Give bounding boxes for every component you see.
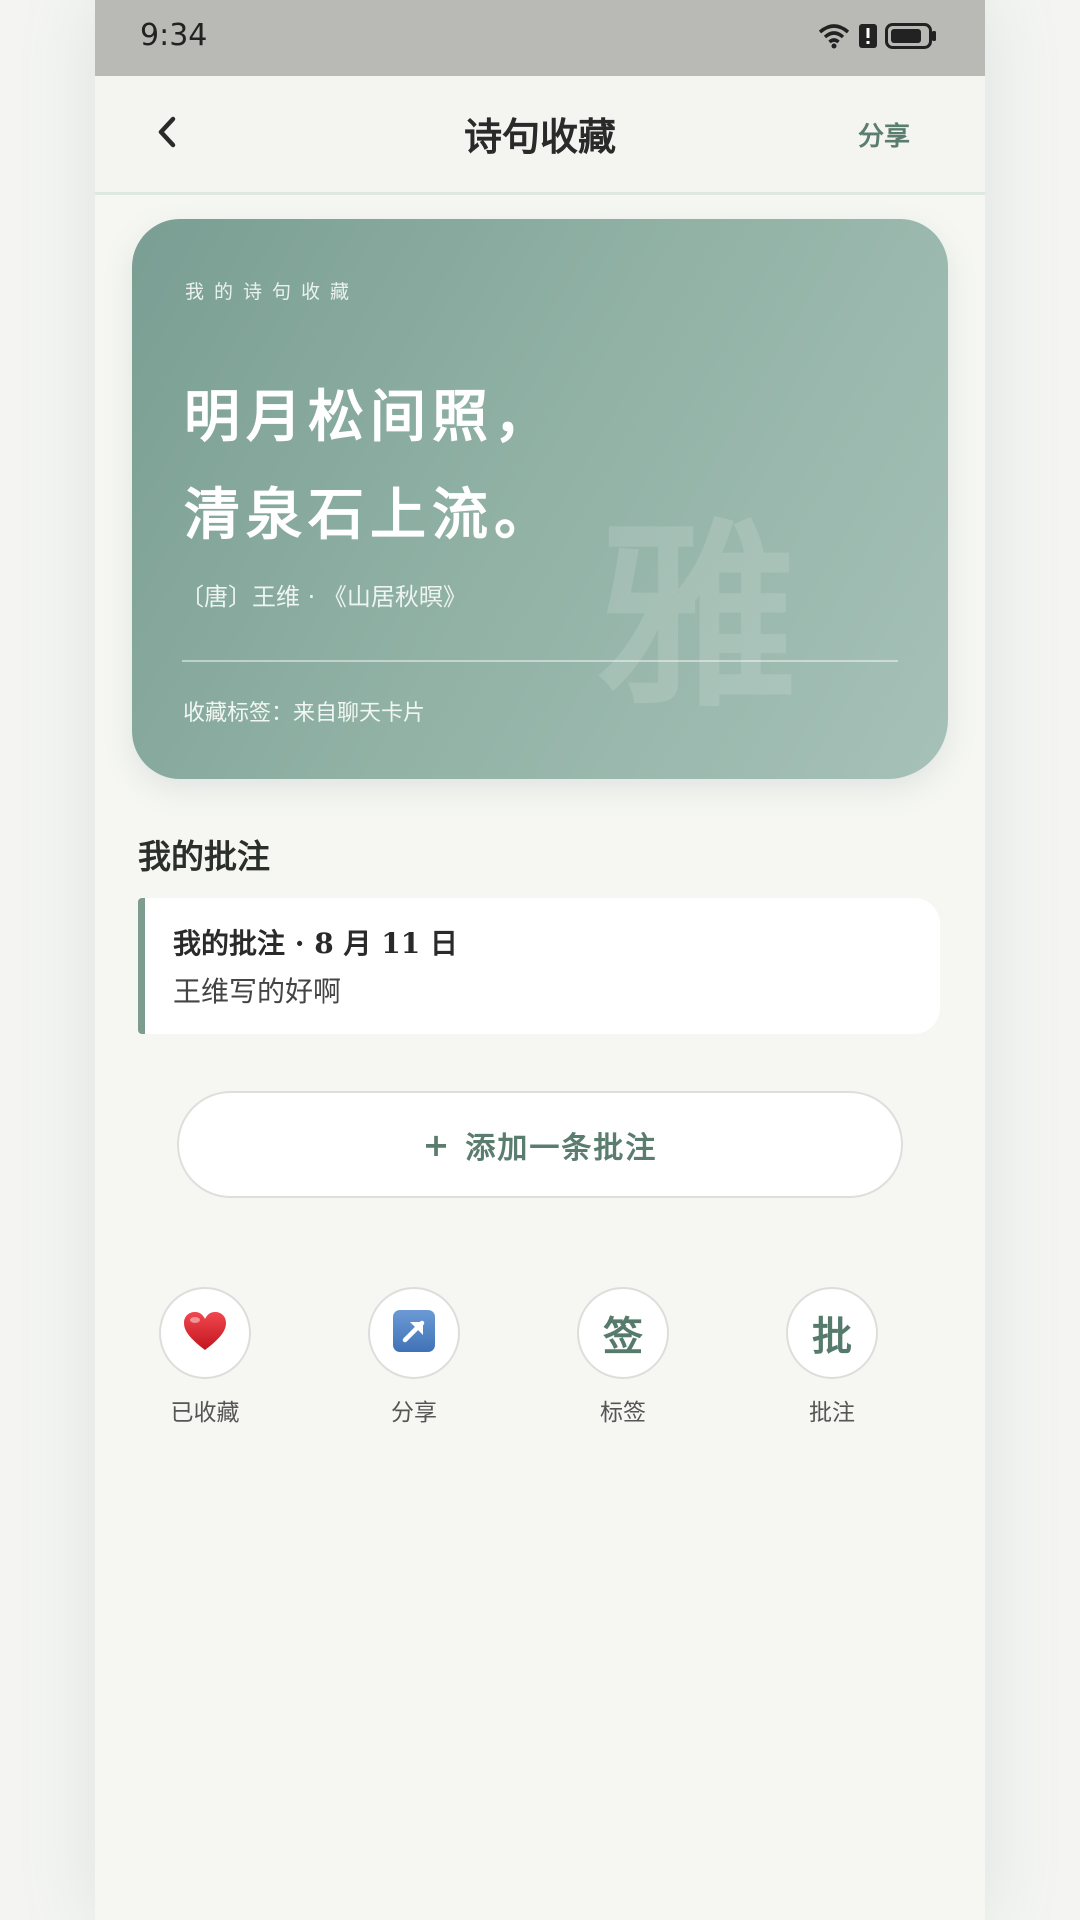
tag-action-label: 标签 — [600, 1400, 646, 1426]
tag-action-circle: 签 — [577, 1287, 669, 1379]
phone-screen: 9:34 诗句收藏 分享 雅 我的诗句收藏 明月松间照， 清泉石上流。 〔唐〕王… — [95, 0, 985, 1920]
status-time: 9:34 — [140, 18, 208, 53]
note-action-circle: 批 — [786, 1287, 878, 1379]
status-icons — [817, 22, 937, 50]
poem-author: 〔唐〕王维 · 《山居秋暝》 — [180, 583, 467, 611]
card-tag: 收藏标签：来自聊天卡片 — [183, 701, 426, 726]
add-note-button[interactable]: + 添加一条批注 — [177, 1091, 903, 1198]
status-bar: 9:34 — [95, 0, 985, 76]
note-action-label: 批注 — [809, 1400, 855, 1426]
share-button[interactable]: 分享 — [858, 116, 910, 153]
note-card[interactable]: 我的批注 · 8 月 11 日 王维写的好啊 — [138, 898, 940, 1034]
card-watermark: 雅 — [597, 502, 798, 735]
poem-lines: 明月松间照， 清泉石上流。 — [184, 369, 556, 565]
card-divider — [182, 660, 898, 662]
card-label: 我的诗句收藏 — [185, 281, 360, 303]
page-title: 诗句收藏 — [463, 115, 616, 159]
favorite-action-circle — [159, 1287, 251, 1379]
add-note-label: 添加一条批注 — [465, 1130, 658, 1166]
tag-action[interactable]: 签 标签 — [553, 1287, 693, 1427]
plus-icon: + — [422, 1125, 450, 1164]
poem-card: 雅 我的诗句收藏 明月松间照， 清泉石上流。 〔唐〕王维 · 《山居秋暝》 收藏… — [132, 219, 948, 779]
note-body: 王维写的好啊 — [173, 975, 342, 1008]
note-title: 我的批注 · 8 月 11 日 — [173, 927, 458, 960]
alert-icon — [859, 24, 877, 48]
tag-icon: 签 — [603, 1314, 643, 1360]
battery-icon — [885, 23, 937, 49]
share-arrow-icon — [392, 1309, 436, 1357]
app-header: 诗句收藏 分享 — [95, 76, 985, 195]
favorite-action-label: 已收藏 — [170, 1400, 240, 1426]
background-right — [985, 0, 1080, 1920]
favorite-action[interactable]: 已收藏 — [135, 1287, 275, 1427]
poem-line: 清泉石上流。 — [184, 483, 556, 548]
share-action-label: 分享 — [391, 1400, 437, 1426]
poem-line: 明月松间照， — [184, 385, 556, 450]
heart-icon — [182, 1310, 228, 1356]
notes-heading: 我的批注 — [138, 837, 270, 876]
share-action-circle — [368, 1287, 460, 1379]
note-icon: 批 — [812, 1314, 852, 1360]
wifi-icon — [817, 22, 851, 50]
note-action[interactable]: 批 批注 — [762, 1287, 902, 1427]
share-action[interactable]: 分享 — [344, 1287, 484, 1427]
background-left — [0, 0, 95, 1920]
